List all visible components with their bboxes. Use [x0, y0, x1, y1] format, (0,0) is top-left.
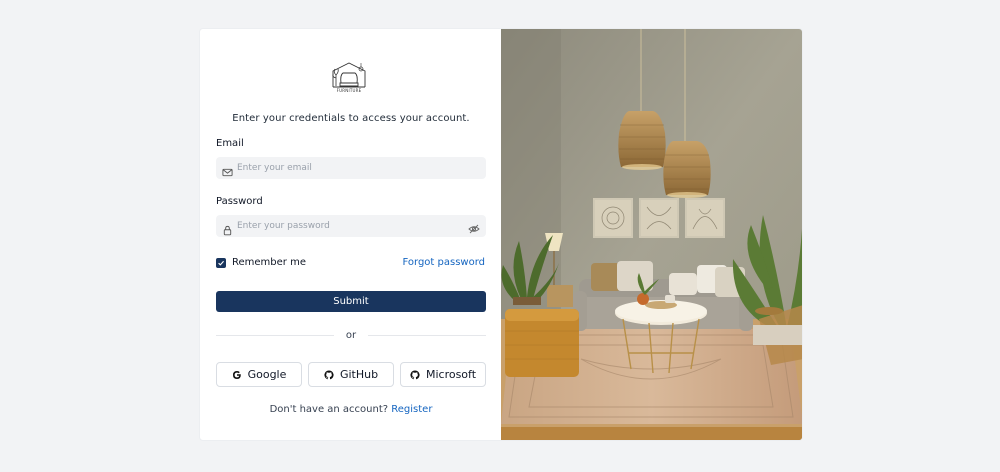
login-subtitle: Enter your credentials to access your ac…	[232, 113, 470, 124]
google-label: Google	[247, 368, 287, 381]
github-login-button[interactable]: GitHub	[308, 362, 394, 387]
checkmark-icon	[218, 260, 224, 266]
password-input[interactable]	[237, 221, 468, 231]
living-room-illustration	[501, 29, 802, 440]
divider-line	[368, 334, 487, 336]
register-prompt-text: Don't have an account?	[269, 404, 389, 415]
github-label: GitHub	[339, 368, 379, 381]
or-divider: or	[216, 329, 487, 341]
email-input[interactable]	[237, 163, 480, 173]
password-field-wrapper	[216, 215, 486, 237]
github-icon	[410, 369, 420, 379]
divider-text: or	[345, 329, 357, 341]
login-form-panel: FURNITURE Enter your credentials to acce…	[200, 29, 501, 440]
lock-icon	[222, 221, 233, 235]
eye-off-icon[interactable]	[468, 220, 480, 234]
remember-checkbox[interactable]	[216, 257, 226, 268]
password-label: Password	[216, 196, 263, 207]
microsoft-label: Microsoft	[425, 368, 477, 381]
google-icon	[232, 370, 241, 379]
submit-button[interactable]: Submit	[216, 291, 486, 312]
remember-me-row[interactable]: Remember me	[216, 257, 306, 268]
living-room-photo	[501, 29, 802, 440]
social-login-row: Google GitHub Microsoft	[216, 362, 486, 387]
login-card: FURNITURE Enter your credentials to acce…	[199, 28, 803, 441]
google-login-button[interactable]: Google	[216, 362, 302, 387]
email-field-wrapper	[216, 157, 486, 179]
email-label: Email	[216, 138, 244, 149]
forgot-password-link[interactable]: Forgot password	[403, 257, 486, 268]
mail-icon	[222, 163, 233, 176]
divider-line	[216, 334, 334, 336]
logo-text: FURNITURE	[336, 88, 362, 93]
microsoft-login-button[interactable]: Microsoft	[400, 362, 486, 387]
furniture-logo-icon: FURNITURE	[329, 57, 369, 97]
register-prompt: Don't have an account? Register	[200, 404, 502, 415]
remember-label: Remember me	[232, 257, 306, 268]
register-link[interactable]: Register	[391, 404, 432, 415]
github-icon	[324, 369, 334, 379]
